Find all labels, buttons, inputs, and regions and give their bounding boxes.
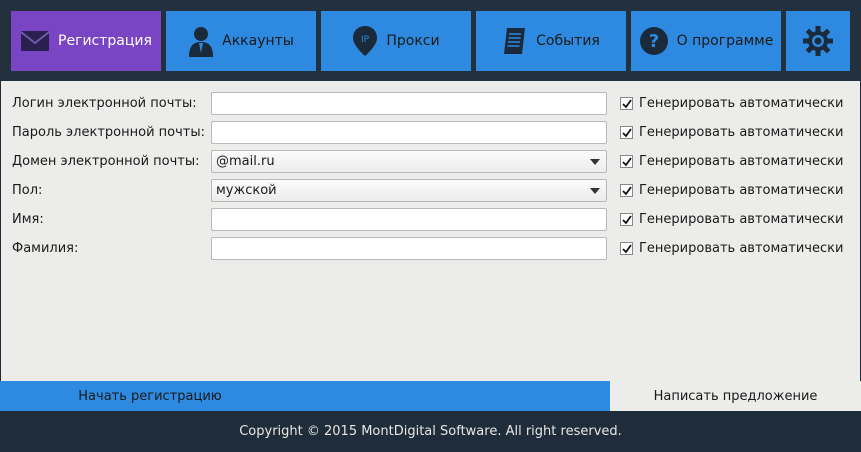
check-icon <box>621 214 632 224</box>
last-name-input[interactable] <box>211 237 607 260</box>
auto-generate-checkbox[interactable] <box>620 126 633 139</box>
form-row-gender: Пол: мужской Генерировать автоматически <box>1 179 861 203</box>
auto-generate-label[interactable]: Генерировать автоматически <box>639 125 843 140</box>
start-registration-button[interactable]: Начать регистрацию <box>0 381 610 411</box>
email-login-input[interactable] <box>211 92 607 115</box>
email-domain-select[interactable]: @mail.ru <box>211 150 607 173</box>
form-row-password: Пароль электронной почты: Генерировать а… <box>1 121 861 145</box>
auto-generate-checkbox[interactable] <box>620 155 633 168</box>
auto-generate-label[interactable]: Генерировать автоматически <box>639 154 843 169</box>
chevron-down-icon <box>590 188 600 194</box>
tab-settings[interactable] <box>786 11 850 71</box>
gender-select[interactable]: мужской <box>211 179 607 202</box>
field-label: Домен электронной почты: <box>12 154 200 169</box>
field-label: Логин электронной почты: <box>12 96 197 111</box>
tab-label: О программе <box>676 33 774 49</box>
auto-generate-label[interactable]: Генерировать автоматически <box>639 212 843 227</box>
auto-generate-checkbox[interactable] <box>620 242 633 255</box>
check-icon <box>621 127 632 137</box>
auto-generate-label[interactable]: Генерировать автоматически <box>639 183 843 198</box>
form-row-login: Логин электронной почты: Генерировать ав… <box>1 92 861 116</box>
envelope-icon <box>20 30 50 52</box>
footer: Copyright © 2015 MontDigital Software. A… <box>0 411 861 452</box>
user-icon <box>188 25 214 57</box>
registration-panel: Логин электронной почты: Генерировать ав… <box>0 81 861 381</box>
check-icon <box>621 243 632 253</box>
chevron-down-icon <box>590 159 600 165</box>
check-icon <box>621 156 632 166</box>
tab-label: Прокси <box>386 33 440 49</box>
field-label: Имя: <box>12 212 44 227</box>
auto-generate-checkbox[interactable] <box>620 184 633 197</box>
form-row-last-name: Фамилия: Генерировать автоматически <box>1 237 861 261</box>
field-label: Пароль электронной почты: <box>12 125 206 140</box>
check-icon <box>621 185 632 195</box>
tab-label: Регистрация <box>58 33 152 49</box>
auto-generate-checkbox[interactable] <box>620 97 633 110</box>
check-icon <box>621 98 632 108</box>
email-password-input[interactable] <box>211 121 607 144</box>
selected-value: мужской <box>216 183 277 198</box>
tab-about[interactable]: ? О программе <box>631 11 781 71</box>
tab-registration[interactable]: Регистрация <box>11 11 161 71</box>
copyright-text: Copyright © 2015 MontDigital Software. A… <box>239 424 622 439</box>
document-icon <box>502 26 528 56</box>
gear-icon <box>802 25 834 57</box>
tab-events[interactable]: События <box>476 11 626 71</box>
form-row-first-name: Имя: Генерировать автоматически <box>1 208 861 232</box>
auto-generate-label[interactable]: Генерировать автоматически <box>639 96 843 111</box>
tab-label: События <box>536 33 600 49</box>
svg-text:IP: IP <box>361 35 370 45</box>
first-name-input[interactable] <box>211 208 607 231</box>
write-suggestion-button[interactable]: Написать предложение <box>610 381 861 411</box>
form-row-domain: Домен электронной почты: @mail.ru Генери… <box>1 150 861 174</box>
top-navigation: Регистрация Аккаунты IP Прокси События ?… <box>0 0 861 81</box>
tab-proxy[interactable]: IP Прокси <box>321 11 471 71</box>
field-label: Фамилия: <box>12 241 79 256</box>
ip-pin-icon: IP <box>352 25 378 57</box>
svg-text:?: ? <box>648 31 658 52</box>
tab-label: Аккаунты <box>222 33 294 49</box>
auto-generate-label[interactable]: Генерировать автоматически <box>639 241 843 256</box>
field-label: Пол: <box>12 183 43 198</box>
question-icon: ? <box>639 26 669 56</box>
selected-value: @mail.ru <box>216 154 275 169</box>
tab-accounts[interactable]: Аккаунты <box>166 11 316 71</box>
auto-generate-checkbox[interactable] <box>620 213 633 226</box>
